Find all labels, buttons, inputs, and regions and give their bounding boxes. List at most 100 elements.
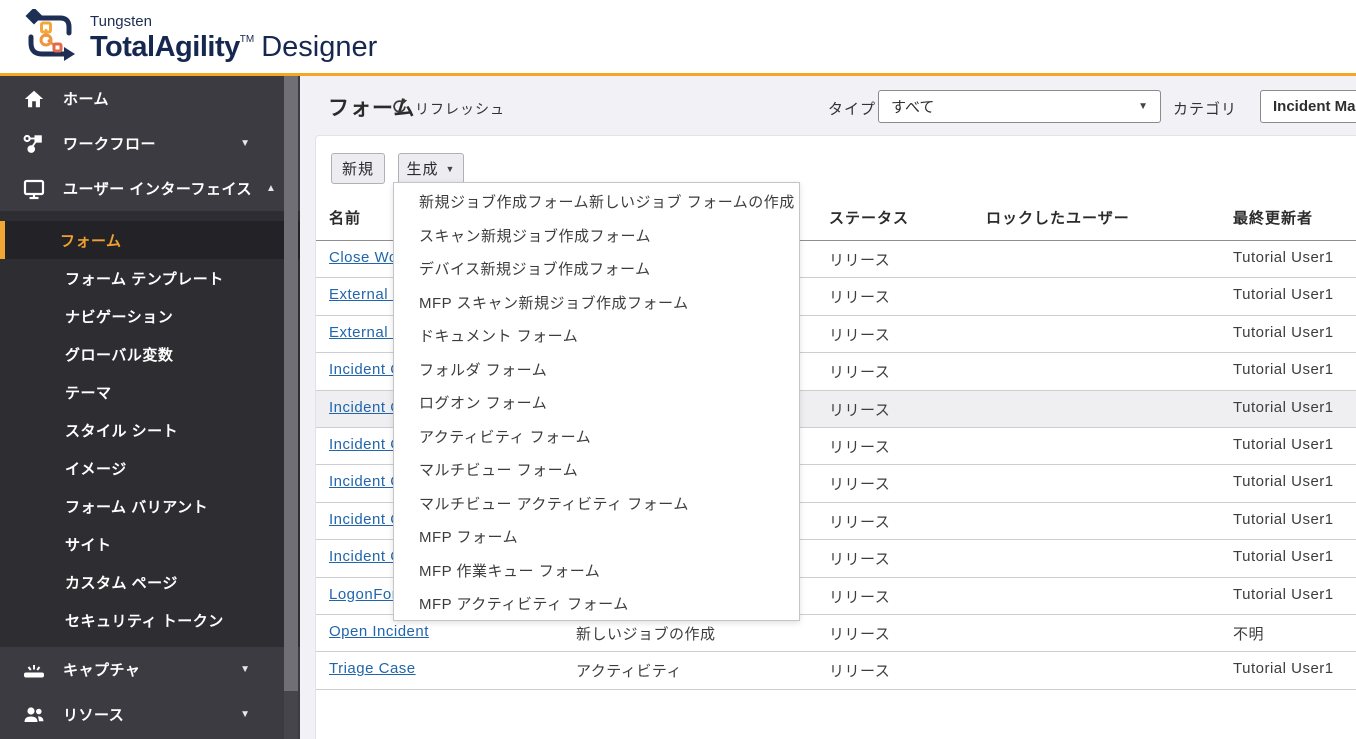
- updated-by-cell: Tutorial User1: [1233, 249, 1334, 266]
- main-content: フォーム リフレッシュ タイプ すべて ▼ カテゴリ Incident Mana…: [300, 76, 1356, 739]
- generate-menu-item[interactable]: ログオン フォーム: [394, 386, 799, 420]
- form-name-link[interactable]: Close Wo: [329, 249, 398, 266]
- column-header-status: ステータス: [829, 210, 910, 227]
- form-status-cell: リリース: [829, 252, 891, 269]
- sidebar-item-label: ユーザー インターフェイス: [63, 181, 253, 198]
- submenu-item[interactable]: フォーム テンプレート: [0, 259, 300, 297]
- form-status-cell: リリース: [829, 663, 891, 681]
- submenu-item[interactable]: スタイル シート: [0, 411, 300, 449]
- submenu-item-label: カスタム ページ: [65, 574, 178, 592]
- refresh-label: リフレッシュ: [415, 101, 505, 117]
- form-name-link[interactable]: Incident C: [329, 548, 402, 565]
- submenu-item[interactable]: フォーム: [0, 221, 300, 259]
- form-name-link[interactable]: Incident C: [329, 511, 402, 528]
- submenu-item-label: イメージ: [65, 460, 127, 478]
- type-filter-label: タイプ: [828, 101, 877, 118]
- form-name-link[interactable]: Triage Case: [329, 660, 416, 677]
- generate-menu-item-label: マルチビュー アクティビティ フォーム: [419, 495, 689, 513]
- generate-menu-item-label: MFP アクティビティ フォーム: [419, 596, 629, 614]
- form-name-link[interactable]: Incident C: [329, 436, 402, 453]
- chevron-up-icon: ▲: [266, 183, 276, 194]
- home-icon: [22, 87, 46, 111]
- generate-menu-item[interactable]: ドキュメント フォーム: [394, 319, 799, 353]
- generate-menu-item[interactable]: スキャン新規ジョブ作成フォーム: [394, 219, 799, 253]
- sidebar-item-home[interactable]: ホーム: [0, 76, 300, 121]
- column-header-name: 名前: [329, 210, 362, 227]
- form-name-link[interactable]: Open Incident: [329, 623, 429, 640]
- sidebar-nav: ホーム ワークフロー ▼ ユーザー インターフェイス ▲ フォーム フォーム テ…: [0, 76, 300, 739]
- form-type-cell: 新しいジョブの作成: [576, 625, 716, 643]
- generate-menu-item[interactable]: デバイス新規ジョブ作成フォーム: [394, 252, 799, 286]
- updated-by-cell: Tutorial User1: [1233, 398, 1334, 416]
- form-name-link[interactable]: Incident C: [329, 361, 402, 378]
- submenu-item[interactable]: フォーム バリアント: [0, 487, 300, 525]
- generate-menu-item[interactable]: MFP アクティビティ フォーム: [394, 587, 799, 621]
- form-status-cell: リリース: [829, 625, 891, 643]
- new-button[interactable]: 新規: [331, 153, 385, 184]
- refresh-icon: [391, 98, 408, 120]
- form-status-cell: リリース: [829, 289, 891, 307]
- updated-by-cell: Tutorial User1: [1233, 585, 1334, 603]
- submenu-item[interactable]: カスタム ページ: [0, 563, 300, 601]
- submenu-item[interactable]: テーマ: [0, 373, 300, 411]
- sidebar-item-workflow[interactable]: ワークフロー ▼: [0, 121, 300, 166]
- generate-menu-item[interactable]: 新規ジョブ作成フォーム新しいジョブ フォームの作成: [394, 185, 799, 219]
- generate-menu-item[interactable]: アクティビティ フォーム: [394, 420, 799, 454]
- generate-menu-item-label: アクティビティ フォーム: [419, 428, 592, 446]
- submenu-item[interactable]: ナビゲーション: [0, 297, 300, 335]
- chevron-down-icon: ▼: [240, 138, 250, 149]
- submenu-item-label: テーマ: [65, 384, 112, 402]
- sidebar-item-label: キャプチャ: [63, 662, 141, 679]
- generate-menu-item-label: MFP 作業キュー フォーム: [419, 562, 601, 580]
- monitor-icon: [22, 177, 46, 201]
- form-status-cell: リリース: [829, 438, 891, 456]
- submenu-item[interactable]: サイト: [0, 525, 300, 563]
- brand-pre-text: Tungsten: [90, 13, 152, 30]
- generate-menu-item-label: MFP フォーム: [419, 529, 519, 547]
- sidebar-scrollbar-thumb[interactable]: [284, 76, 298, 691]
- generate-menu-item[interactable]: フォルダ フォーム: [394, 353, 799, 387]
- form-name-link[interactable]: Incident C: [329, 473, 402, 490]
- sidebar-scrollbar[interactable]: [284, 76, 298, 739]
- form-name-link[interactable]: Incident C: [329, 399, 402, 416]
- sidebar-item-user-interface[interactable]: ユーザー インターフェイス ▲: [0, 166, 300, 211]
- refresh-button[interactable]: リフレッシュ: [391, 98, 505, 120]
- generate-menu-item[interactable]: MFP フォーム: [394, 520, 799, 554]
- user-interface-submenu: フォーム フォーム テンプレート ナビゲーション グローバル変数 テーマ スタイ…: [0, 211, 300, 647]
- submenu-item[interactable]: セキュリティ トークン: [0, 601, 300, 639]
- table-row: Triage Case アクティビティ リリース Tutorial User1: [316, 652, 1356, 690]
- generate-menu-item[interactable]: MFP スキャン新規ジョブ作成フォーム: [394, 286, 799, 320]
- submenu-item-label: フォーム バリアント: [65, 498, 209, 516]
- generate-menu-item-label: フォルダ フォーム: [419, 361, 548, 379]
- updated-by-cell: 不明: [1233, 625, 1265, 643]
- app-header: Tungsten TotalAgility TM Designer: [0, 0, 1356, 73]
- form-status-cell: リリース: [829, 401, 891, 419]
- form-name-link[interactable]: LogonFor: [329, 586, 397, 603]
- column-header-updated-by: 最終更新者: [1233, 210, 1314, 227]
- submenu-item-label: セキュリティ トークン: [65, 612, 224, 630]
- submenu-item[interactable]: グローバル変数: [0, 335, 300, 373]
- workflow-icon: [22, 132, 46, 156]
- generate-button[interactable]: 生成 ▼: [398, 153, 464, 184]
- type-filter-select[interactable]: すべて ▼: [878, 90, 1161, 123]
- submenu-item-label: フォーム: [60, 232, 122, 250]
- generate-menu-item-label: ログオン フォーム: [419, 395, 548, 413]
- generate-menu-item[interactable]: マルチビュー フォーム: [394, 453, 799, 487]
- submenu-item-label: サイト: [65, 536, 112, 554]
- form-name-link[interactable]: External L: [329, 286, 402, 303]
- generate-menu-item-label: MFP スキャン新規ジョブ作成フォーム: [419, 294, 689, 312]
- form-status-cell: リリース: [829, 364, 891, 382]
- brand-tm-mark: TM: [239, 34, 255, 45]
- sidebar-item-resources[interactable]: リソース ▼: [0, 692, 300, 737]
- generate-menu-item[interactable]: マルチビュー アクティビティ フォーム: [394, 487, 799, 521]
- category-filter-select[interactable]: Incident Manag: [1260, 90, 1356, 123]
- generate-menu-item[interactable]: MFP 作業キュー フォーム: [394, 554, 799, 588]
- sidebar-item-capture[interactable]: キャプチャ ▼: [0, 647, 300, 692]
- updated-by-cell: Tutorial User1: [1233, 361, 1334, 379]
- generate-menu-item-label: デバイス新規ジョブ作成フォーム: [419, 261, 651, 279]
- updated-by-cell: Tutorial User1: [1233, 510, 1334, 528]
- form-status-cell: リリース: [829, 476, 891, 494]
- updated-by-cell: Tutorial User1: [1233, 286, 1334, 304]
- submenu-item[interactable]: イメージ: [0, 449, 300, 487]
- chevron-down-icon: ▼: [1138, 101, 1148, 112]
